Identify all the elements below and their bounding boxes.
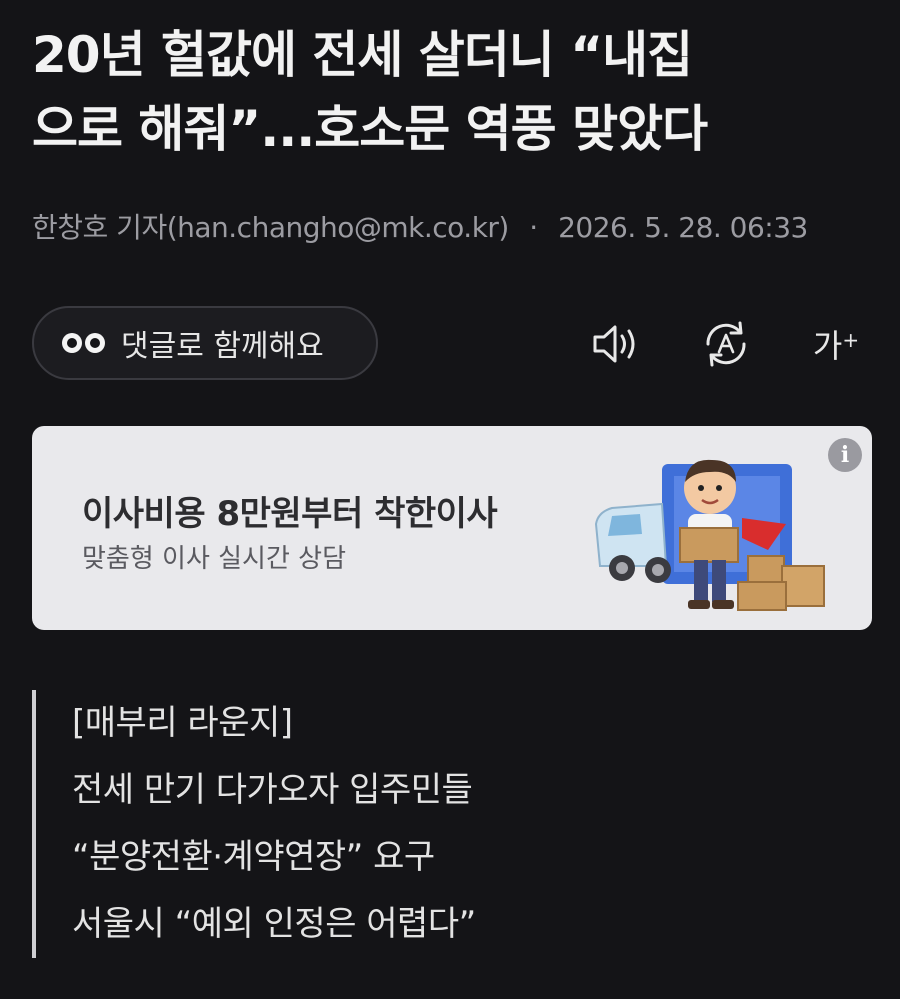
font-size-icon[interactable]: 가 +	[808, 318, 864, 370]
headline-line-2: 으로 해줘”...호소문 역풍 맞았다	[32, 100, 708, 158]
article-tools: 가 +	[588, 318, 864, 370]
article-headline: 20년 헐값에 전세 살더니 “내집 으로 해줘”...호소문 역풍 맞았다	[32, 18, 872, 166]
byline-separator: ·	[529, 211, 538, 244]
article-byline: 한창호 기자(han.changho@mk.co.kr) · 2026. 5. …	[32, 206, 808, 246]
article-summary: [매부리 라운지] 전세 만기 다가오자 입주민들 “분양전환·계약연장” 요구…	[32, 690, 476, 958]
ad-banner[interactable]: 이사비용 8만원부터 착한이사 맞춤형 이사 실시간 상담 i	[32, 426, 872, 630]
byline-author[interactable]: 한창호 기자(han.changho@mk.co.kr)	[32, 211, 509, 244]
font-size-label: 가	[812, 327, 843, 365]
auto-translate-icon[interactable]	[698, 318, 754, 370]
summary-line: 전세 만기 다가오자 입주민들	[72, 770, 473, 810]
summary-line: “분양전환·계약연장” 요구	[72, 837, 435, 877]
ad-subtitle: 맞춤형 이사 실시간 상담	[82, 544, 346, 574]
summary-line: 서울시 “예외 인정은 어렵다”	[72, 904, 476, 944]
byline-date: 2026. 5. 28. 06:33	[558, 211, 808, 244]
comment-button[interactable]: 댓글로 함께해요	[32, 306, 378, 380]
font-size-plus: +	[842, 328, 860, 352]
comment-button-label: 댓글로 함께해요	[121, 329, 324, 364]
summary-line: [매부리 라운지]	[72, 703, 293, 743]
headline-line-1: 20년 헐값에 전세 살더니 “내집	[32, 26, 693, 84]
eyes-icon	[62, 333, 105, 353]
speaker-icon[interactable]	[588, 318, 644, 370]
moving-mascot-illustration	[594, 459, 825, 611]
ad-title: 이사비용 8만원부터 착한이사	[82, 494, 498, 534]
